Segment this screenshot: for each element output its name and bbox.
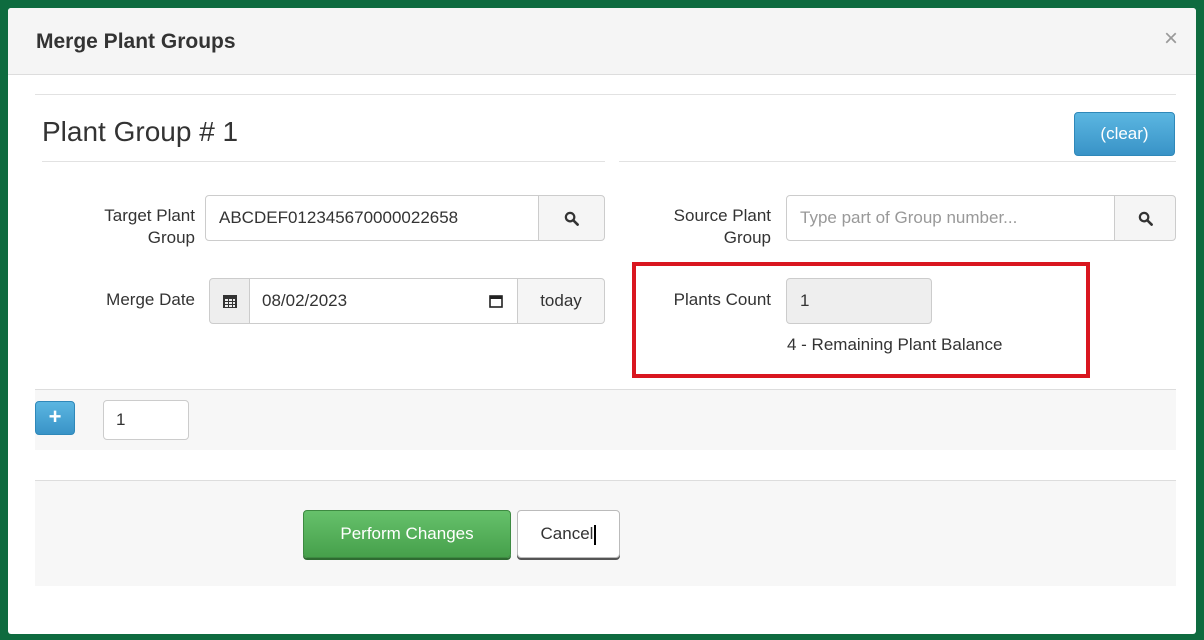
date-picker-icon[interactable]	[489, 294, 503, 308]
target-label-line1: Target Plant	[104, 206, 195, 225]
top-divider	[35, 94, 1176, 95]
merge-plant-groups-modal: Merge Plant Groups × Plant Group # 1 (cl…	[8, 8, 1196, 634]
perform-changes-button[interactable]: Perform Changes	[303, 510, 511, 558]
search-icon	[1138, 211, 1153, 226]
highlight-box	[632, 262, 1090, 378]
text-cursor	[594, 524, 597, 545]
source-search-button[interactable]	[1114, 195, 1176, 241]
cancel-label: Cancel	[540, 524, 594, 543]
source-plant-group-input[interactable]: Type part of Group number...	[786, 195, 1115, 241]
add-plant-group-button[interactable]: +	[35, 401, 75, 435]
target-label-line2: Group	[147, 228, 195, 247]
group-title-divider-left	[42, 161, 605, 162]
close-button[interactable]: ×	[1164, 27, 1178, 51]
plant-group-title: Plant Group # 1	[42, 116, 239, 147]
modal-title: Merge Plant Groups	[36, 30, 236, 53]
cancel-button[interactable]: Cancel	[517, 510, 620, 558]
add-group-band	[35, 389, 1176, 450]
modal-header: Merge Plant Groups ×	[8, 8, 1196, 75]
source-plant-group-label: Source Plant Group	[628, 205, 771, 249]
target-plant-group-label: Target Plant Group	[68, 205, 195, 249]
today-button[interactable]: today	[517, 278, 605, 324]
calendar-icon	[222, 294, 237, 308]
target-plant-group-input[interactable]: ABCDEF012345670000022658	[205, 195, 539, 241]
merge-date-value: 08/02/2023	[262, 291, 348, 310]
group-title-divider-right	[619, 161, 1176, 162]
add-group-count-input[interactable]: 1	[103, 400, 189, 440]
source-label-line1: Source Plant	[673, 206, 771, 225]
source-label-line2: Group	[723, 228, 771, 247]
clear-button[interactable]: (clear)	[1074, 112, 1175, 156]
merge-date-label: Merge Date	[106, 290, 195, 309]
merge-date-input[interactable]: 08/02/2023	[249, 278, 518, 324]
search-icon	[564, 211, 579, 226]
target-search-button[interactable]	[538, 195, 605, 241]
calendar-addon	[209, 278, 250, 324]
